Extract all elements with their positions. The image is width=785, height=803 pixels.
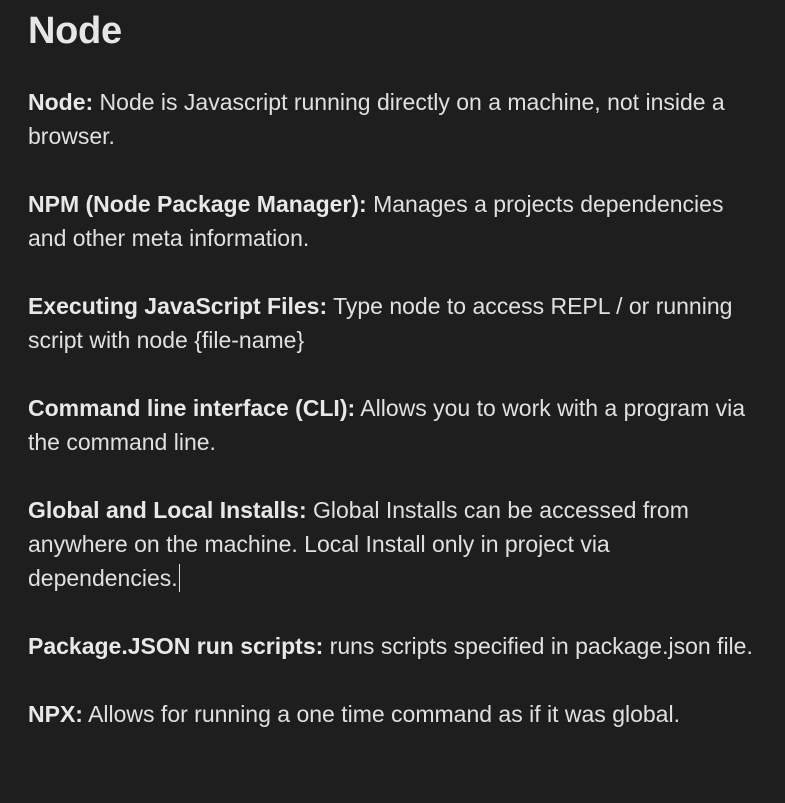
note-paragraph-executing-files[interactable]: Executing JavaScript Files: Type node to… <box>28 289 765 357</box>
note-document[interactable]: Node Node: Node is Javascript running di… <box>0 0 785 803</box>
notes-body[interactable]: Node: Node is Javascript running directl… <box>28 85 765 731</box>
term-label: Command line interface (CLI): <box>28 395 356 421</box>
note-paragraph-npm[interactable]: NPM (Node Package Manager): Manages a pr… <box>28 187 765 255</box>
term-definition: runs scripts specified in package.json f… <box>323 633 753 659</box>
note-paragraph-installs[interactable]: Global and Local Installs: Global Instal… <box>28 493 765 595</box>
term-label: Executing JavaScript Files: <box>28 293 328 319</box>
note-paragraph-cli[interactable]: Command line interface (CLI): Allows you… <box>28 391 765 459</box>
term-label: Node: <box>28 89 94 115</box>
term-definition: Allows for running a one time command as… <box>82 701 680 727</box>
note-paragraph-run-scripts[interactable]: Package.JSON run scripts: runs scripts s… <box>28 629 765 663</box>
term-label: Package.JSON run scripts: <box>28 633 324 659</box>
term-label: NPX: <box>28 701 83 727</box>
text-cursor <box>178 564 181 592</box>
page-title: Node <box>28 10 122 52</box>
term-definition: Node is Javascript running directly on a… <box>28 89 725 149</box>
term-label: NPM (Node Package Manager): <box>28 191 367 217</box>
note-paragraph-node[interactable]: Node: Node is Javascript running directl… <box>28 85 765 153</box>
note-paragraph-npx[interactable]: NPX: Allows for running a one time comma… <box>28 697 765 731</box>
term-label: Global and Local Installs: <box>28 497 307 523</box>
